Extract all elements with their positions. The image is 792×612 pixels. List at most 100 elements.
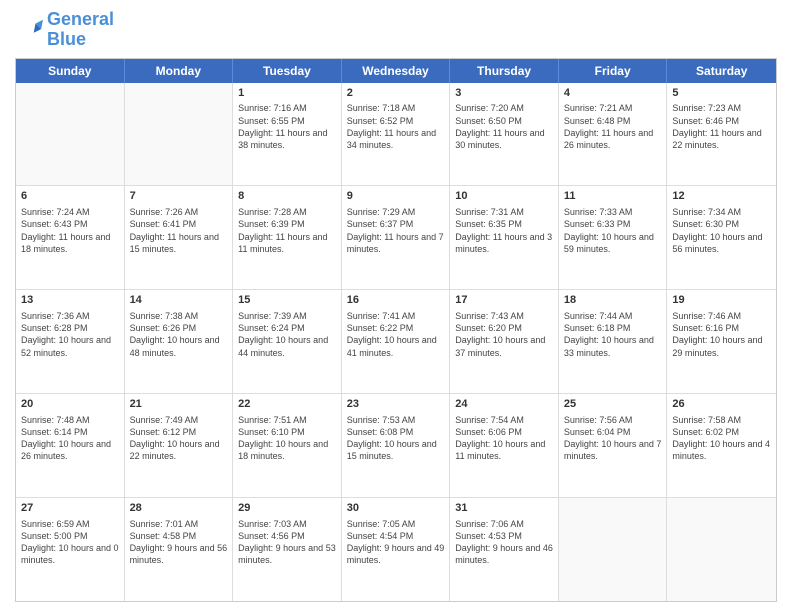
day-number: 5 bbox=[672, 86, 771, 101]
day-number: 24 bbox=[455, 397, 553, 412]
calendar-row: 13Sunrise: 7:36 AMSunset: 6:28 PMDayligh… bbox=[16, 289, 776, 393]
day-number: 19 bbox=[672, 293, 771, 308]
page: General Blue SundayMondayTuesdayWednesda… bbox=[0, 0, 792, 612]
day-info: Sunrise: 7:44 AMSunset: 6:18 PMDaylight:… bbox=[564, 310, 662, 359]
day-number: 22 bbox=[238, 397, 336, 412]
day-number: 30 bbox=[347, 501, 445, 516]
day-number: 8 bbox=[238, 189, 336, 204]
calendar-cell: 26 Sunrise: 7:58 AMSunset: 6:02 PMDayligh… bbox=[667, 394, 776, 497]
day-info: Sunrise: 7:53 AMSunset: 6:08 PMDaylight:… bbox=[347, 414, 445, 463]
calendar-cell: 8 Sunrise: 7:28 AMSunset: 6:39 PMDaylight… bbox=[233, 186, 342, 289]
calendar-cell: 15 Sunrise: 7:39 AMSunset: 6:24 PMDayligh… bbox=[233, 290, 342, 393]
day-info: Sunrise: 7:03 AMSunset: 4:56 PMDaylight:… bbox=[238, 518, 336, 567]
calendar-cell: 10 Sunrise: 7:31 AMSunset: 6:35 PMDayligh… bbox=[450, 186, 559, 289]
day-info: Sunrise: 7:18 AMSunset: 6:52 PMDaylight:… bbox=[347, 102, 445, 151]
day-info: Sunrise: 7:46 AMSunset: 6:16 PMDaylight:… bbox=[672, 310, 771, 359]
day-info: Sunrise: 7:54 AMSunset: 6:06 PMDaylight:… bbox=[455, 414, 553, 463]
calendar-cell: 7 Sunrise: 7:26 AMSunset: 6:41 PMDaylight… bbox=[125, 186, 234, 289]
logo-text: General Blue bbox=[47, 10, 114, 50]
weekday-header: Monday bbox=[125, 59, 234, 83]
day-info: Sunrise: 6:59 AMSunset: 5:00 PMDaylight:… bbox=[21, 518, 119, 567]
day-info: Sunrise: 7:28 AMSunset: 6:39 PMDaylight:… bbox=[238, 206, 336, 255]
calendar-cell: 6 Sunrise: 7:24 AMSunset: 6:43 PMDaylight… bbox=[16, 186, 125, 289]
calendar-cell bbox=[16, 83, 125, 186]
calendar: SundayMondayTuesdayWednesdayThursdayFrid… bbox=[15, 58, 777, 602]
day-number: 3 bbox=[455, 86, 553, 101]
calendar-cell: 16 Sunrise: 7:41 AMSunset: 6:22 PMDayligh… bbox=[342, 290, 451, 393]
calendar-cell: 12 Sunrise: 7:34 AMSunset: 6:30 PMDayligh… bbox=[667, 186, 776, 289]
calendar-cell: 2Sunrise: 7:18 AMSunset: 6:52 PMDaylight… bbox=[342, 83, 451, 186]
calendar-cell: 11Sunrise: 7:33 AMSunset: 6:33 PMDayligh… bbox=[559, 186, 668, 289]
day-info: Sunrise: 7:31 AMSunset: 6:35 PMDaylight:… bbox=[455, 206, 553, 255]
day-info: Sunrise: 7:58 AMSunset: 6:02 PMDaylight:… bbox=[672, 414, 771, 463]
calendar-cell: 14 Sunrise: 7:38 AMSunset: 6:26 PMDayligh… bbox=[125, 290, 234, 393]
calendar-cell: 20Sunrise: 7:48 AMSunset: 6:14 PMDayligh… bbox=[16, 394, 125, 497]
day-info: Sunrise: 7:51 AMSunset: 6:10 PMDaylight:… bbox=[238, 414, 336, 463]
day-info: Sunrise: 7:23 AMSunset: 6:46 PMDaylight:… bbox=[672, 102, 771, 151]
logo-icon bbox=[15, 16, 43, 44]
calendar-cell: 18 Sunrise: 7:44 AMSunset: 6:18 PMDayligh… bbox=[559, 290, 668, 393]
weekday-header: Saturday bbox=[667, 59, 776, 83]
weekday-header: Friday bbox=[559, 59, 668, 83]
day-info: Sunrise: 7:49 AMSunset: 6:12 PMDaylight:… bbox=[130, 414, 228, 463]
calendar-cell bbox=[667, 498, 776, 601]
weekday-header: Sunday bbox=[16, 59, 125, 83]
day-info: Sunrise: 7:06 AMSunset: 4:53 PMDaylight:… bbox=[455, 518, 553, 567]
day-number: 21 bbox=[130, 397, 228, 412]
calendar-cell: 13Sunrise: 7:36 AMSunset: 6:28 PMDayligh… bbox=[16, 290, 125, 393]
day-number: 14 bbox=[130, 293, 228, 308]
weekday-header: Tuesday bbox=[233, 59, 342, 83]
header: General Blue bbox=[15, 10, 777, 50]
calendar-row: 27Sunrise: 6:59 AMSunset: 5:00 PMDayligh… bbox=[16, 497, 776, 601]
day-number: 10 bbox=[455, 189, 553, 204]
weekday-header: Thursday bbox=[450, 59, 559, 83]
calendar-cell: 21 Sunrise: 7:49 AMSunset: 6:12 PMDayligh… bbox=[125, 394, 234, 497]
calendar-cell: 27Sunrise: 6:59 AMSunset: 5:00 PMDayligh… bbox=[16, 498, 125, 601]
day-number: 25 bbox=[564, 397, 662, 412]
logo: General Blue bbox=[15, 10, 114, 50]
day-info: Sunrise: 7:21 AMSunset: 6:48 PMDaylight:… bbox=[564, 102, 662, 151]
day-number: 15 bbox=[238, 293, 336, 308]
calendar-row: 20Sunrise: 7:48 AMSunset: 6:14 PMDayligh… bbox=[16, 393, 776, 497]
day-number: 1 bbox=[238, 86, 336, 101]
day-info: Sunrise: 7:41 AMSunset: 6:22 PMDaylight:… bbox=[347, 310, 445, 359]
calendar-row: 6 Sunrise: 7:24 AMSunset: 6:43 PMDaylight… bbox=[16, 185, 776, 289]
day-info: Sunrise: 7:01 AMSunset: 4:58 PMDaylight:… bbox=[130, 518, 228, 567]
day-number: 2 bbox=[347, 86, 445, 101]
day-number: 23 bbox=[347, 397, 445, 412]
day-info: Sunrise: 7:39 AMSunset: 6:24 PMDaylight:… bbox=[238, 310, 336, 359]
day-number: 28 bbox=[130, 501, 228, 516]
day-number: 16 bbox=[347, 293, 445, 308]
day-number: 4 bbox=[564, 86, 662, 101]
calendar-cell: 28 Sunrise: 7:01 AMSunset: 4:58 PMDayligh… bbox=[125, 498, 234, 601]
day-number: 31 bbox=[455, 501, 553, 516]
day-info: Sunrise: 7:33 AMSunset: 6:33 PMDaylight:… bbox=[564, 206, 662, 255]
day-info: Sunrise: 7:16 AMSunset: 6:55 PMDaylight:… bbox=[238, 102, 336, 151]
calendar-row: 1Sunrise: 7:16 AMSunset: 6:55 PMDaylight… bbox=[16, 83, 776, 186]
day-info: Sunrise: 7:48 AMSunset: 6:14 PMDaylight:… bbox=[21, 414, 119, 463]
day-number: 12 bbox=[672, 189, 771, 204]
calendar-cell: 31 Sunrise: 7:06 AMSunset: 4:53 PMDayligh… bbox=[450, 498, 559, 601]
day-info: Sunrise: 7:38 AMSunset: 6:26 PMDaylight:… bbox=[130, 310, 228, 359]
day-info: Sunrise: 7:34 AMSunset: 6:30 PMDaylight:… bbox=[672, 206, 771, 255]
calendar-cell: 17 Sunrise: 7:43 AMSunset: 6:20 PMDayligh… bbox=[450, 290, 559, 393]
calendar-cell: 9 Sunrise: 7:29 AMSunset: 6:37 PMDaylight… bbox=[342, 186, 451, 289]
day-number: 17 bbox=[455, 293, 553, 308]
day-number: 7 bbox=[130, 189, 228, 204]
day-info: Sunrise: 7:26 AMSunset: 6:41 PMDaylight:… bbox=[130, 206, 228, 255]
day-number: 9 bbox=[347, 189, 445, 204]
day-info: Sunrise: 7:24 AMSunset: 6:43 PMDaylight:… bbox=[21, 206, 119, 255]
calendar-cell: 24 Sunrise: 7:54 AMSunset: 6:06 PMDayligh… bbox=[450, 394, 559, 497]
calendar-cell: 22 Sunrise: 7:51 AMSunset: 6:10 PMDayligh… bbox=[233, 394, 342, 497]
day-info: Sunrise: 7:29 AMSunset: 6:37 PMDaylight:… bbox=[347, 206, 445, 255]
calendar-cell: 19 Sunrise: 7:46 AMSunset: 6:16 PMDayligh… bbox=[667, 290, 776, 393]
day-number: 6 bbox=[21, 189, 119, 204]
calendar-cell bbox=[125, 83, 234, 186]
day-number: 13 bbox=[21, 293, 119, 308]
day-info: Sunrise: 7:20 AMSunset: 6:50 PMDaylight:… bbox=[455, 102, 553, 151]
day-info: Sunrise: 7:56 AMSunset: 6:04 PMDaylight:… bbox=[564, 414, 662, 463]
day-info: Sunrise: 7:43 AMSunset: 6:20 PMDaylight:… bbox=[455, 310, 553, 359]
day-number: 18 bbox=[564, 293, 662, 308]
calendar-cell bbox=[559, 498, 668, 601]
day-number: 26 bbox=[672, 397, 771, 412]
